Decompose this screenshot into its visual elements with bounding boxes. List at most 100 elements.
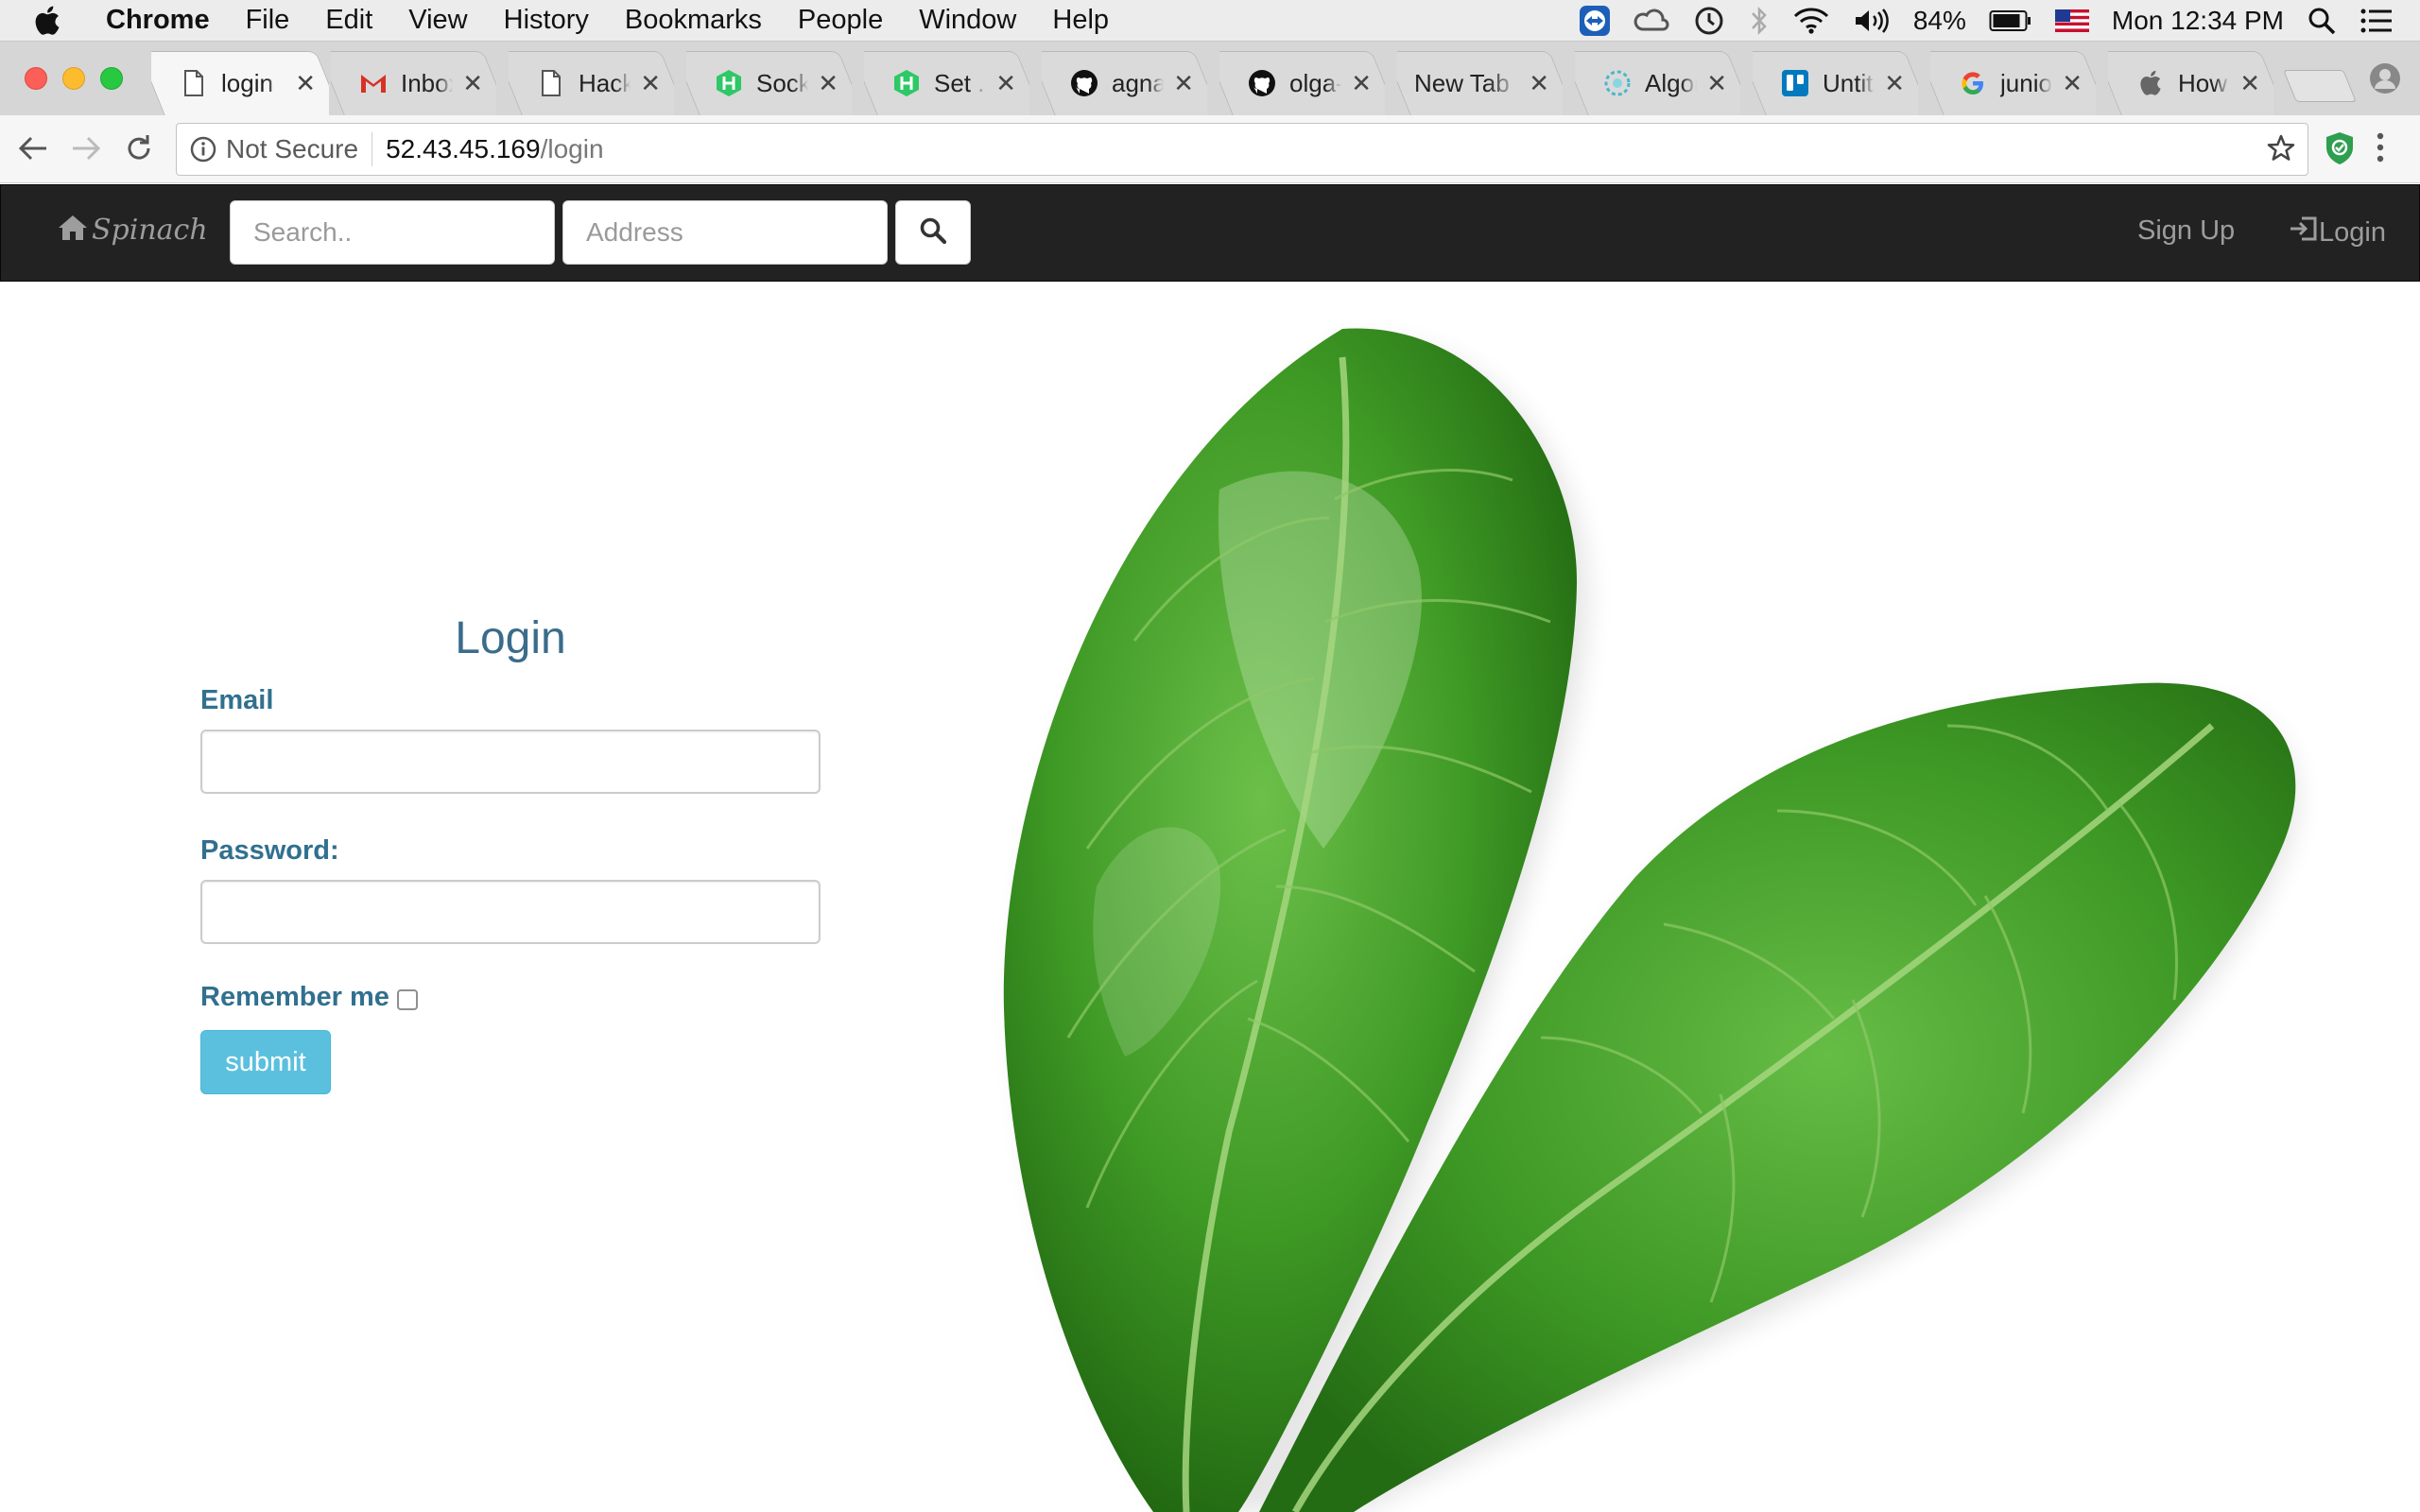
github-icon: [1248, 69, 1276, 97]
tab-title: olga-cc: [1289, 68, 1341, 97]
tab-title: Algorit: [1645, 68, 1697, 97]
address-bar[interactable]: Not Secure 52.43.45.169/login: [176, 123, 2308, 176]
address-input[interactable]: [562, 200, 888, 265]
menu-window[interactable]: Window: [919, 5, 1016, 36]
chrome-menu-icon[interactable]: [2375, 129, 2386, 171]
tab-close-icon[interactable]: ✕: [1173, 69, 1194, 98]
tab-set-discard[interactable]: Set .dis ✕: [864, 51, 1029, 115]
remember-me-checkbox[interactable]: [396, 988, 418, 1010]
algorithm-icon: [1603, 69, 1632, 97]
window-minimize-button[interactable]: [62, 67, 85, 90]
tab-title: Hacker: [579, 68, 631, 97]
menu-view[interactable]: View: [408, 5, 467, 36]
tab-close-icon[interactable]: ✕: [640, 69, 661, 98]
url-path: /login: [540, 134, 604, 163]
menu-chrome[interactable]: Chrome: [106, 5, 210, 36]
battery-percent: 84%: [1912, 6, 1966, 35]
extension-shield-icon[interactable]: [2324, 130, 2356, 171]
bluetooth-icon[interactable]: [1749, 5, 1770, 37]
login-arrow-icon: [2289, 215, 2319, 249]
login-form: Login Email Password: Remember me submit: [200, 612, 821, 1094]
tab-google-search[interactable]: junior w ✕: [1930, 51, 2096, 115]
forward-arrow-icon[interactable]: [66, 129, 106, 168]
tab-close-icon[interactable]: ✕: [1351, 69, 1372, 98]
window-controls: [25, 67, 123, 90]
volume-icon[interactable]: [1853, 7, 1891, 35]
profile-avatar-icon[interactable]: [2369, 62, 2401, 99]
tab-title: Untitle: [1823, 68, 1875, 97]
tab-how-to[interactable]: How to ✕: [2108, 51, 2273, 115]
reload-icon[interactable]: [119, 129, 159, 168]
gmail-icon: [359, 69, 388, 97]
macos-menu-bar: Chrome File Edit View History Bookmarks …: [0, 0, 2420, 42]
email-field[interactable]: [200, 730, 821, 794]
menu-bookmarks[interactable]: Bookmarks: [625, 5, 762, 36]
tab-close-icon[interactable]: ✕: [2062, 69, 2083, 98]
apple-menu-icon[interactable]: [34, 6, 72, 36]
hackerrank-icon: [892, 69, 921, 97]
tab-close-icon[interactable]: ✕: [295, 69, 316, 98]
tab-algorithms[interactable]: Algorit ✕: [1575, 51, 1740, 115]
tab-close-icon[interactable]: ✕: [1706, 69, 1727, 98]
status-area: 84% Mon 12:34 PM: [1579, 0, 2394, 42]
tab-title: login: [221, 68, 273, 97]
tab-hacker[interactable]: Hacker ✕: [509, 51, 674, 115]
brand-link[interactable]: Spinach: [58, 214, 208, 247]
back-arrow-icon[interactable]: [13, 129, 53, 168]
tab-close-icon[interactable]: ✕: [818, 69, 838, 98]
search-button[interactable]: [895, 200, 971, 265]
tab-inbox[interactable]: Inbox ( ✕: [331, 51, 496, 115]
window-zoom-button[interactable]: [100, 67, 123, 90]
browser-toolbar: Not Secure 52.43.45.169/login: [0, 115, 2420, 183]
page-icon: [537, 69, 565, 97]
signup-link[interactable]: Sign Up: [2137, 215, 2235, 247]
password-field[interactable]: [200, 880, 821, 944]
spotlight-search-icon[interactable]: [2307, 6, 2337, 36]
menu-history[interactable]: History: [504, 5, 589, 36]
tab-login[interactable]: login ✕: [151, 51, 329, 115]
remember-me-label: Remember me: [200, 982, 389, 1012]
new-tab-button[interactable]: [2283, 70, 2357, 102]
info-circle-icon[interactable]: [190, 136, 216, 163]
menu-people[interactable]: People: [798, 5, 883, 36]
tab-close-icon[interactable]: ✕: [995, 69, 1016, 98]
tab-github-olga[interactable]: olga-cc ✕: [1219, 51, 1385, 115]
tab-close-icon[interactable]: ✕: [462, 69, 483, 98]
menu-help[interactable]: Help: [1052, 5, 1109, 36]
browser-tab-strip: login ✕ Inbox ( ✕ Hacker ✕ Sock M ✕ Set …: [0, 42, 2420, 115]
tab-title: Inbox (: [401, 68, 453, 97]
search-icon: [919, 216, 947, 249]
tab-new-tab[interactable]: New Tab ✕: [1397, 51, 1563, 115]
wifi-icon[interactable]: [1792, 7, 1830, 35]
github-icon: [1070, 69, 1098, 97]
window-close-button[interactable]: [25, 67, 47, 90]
email-label: Email: [200, 685, 274, 715]
security-status[interactable]: Not Secure: [226, 132, 373, 166]
teamviewer-icon[interactable]: [1579, 5, 1611, 37]
submit-button[interactable]: submit: [200, 1030, 331, 1094]
tab-close-icon[interactable]: ✕: [1529, 69, 1549, 98]
menubar-clock[interactable]: Mon 12:34 PM: [2112, 6, 2284, 36]
brand-name: Spinach: [92, 214, 208, 247]
battery-icon[interactable]: [1989, 9, 2032, 32]
creative-cloud-icon[interactable]: [1634, 7, 1669, 35]
login-link-label: Login: [2319, 216, 2386, 248]
menu-file[interactable]: File: [246, 5, 290, 36]
tab-title: New Tab: [1414, 68, 1510, 97]
tab-sock-merchant[interactable]: Sock M ✕: [686, 51, 852, 115]
remember-me-row: Remember me: [200, 982, 821, 1013]
login-link[interactable]: Login: [2289, 215, 2386, 249]
tab-title: junior w: [2000, 68, 2052, 97]
tab-github-agnaite[interactable]: agnaite ✕: [1042, 51, 1207, 115]
tab-trello-untitled[interactable]: Untitle ✕: [1753, 51, 1918, 115]
time-machine-icon[interactable]: [1692, 4, 1726, 38]
bookmark-star-icon[interactable]: [2266, 133, 2296, 170]
tab-close-icon[interactable]: ✕: [2239, 69, 2260, 98]
login-heading: Login: [455, 613, 566, 663]
us-flag-icon[interactable]: [2054, 9, 2089, 32]
tab-close-icon[interactable]: ✕: [1884, 69, 1905, 98]
search-input[interactable]: [230, 200, 555, 265]
notification-center-icon[interactable]: [2360, 7, 2394, 35]
tab-title: agnaite: [1112, 68, 1165, 97]
menu-edit[interactable]: Edit: [325, 5, 372, 36]
